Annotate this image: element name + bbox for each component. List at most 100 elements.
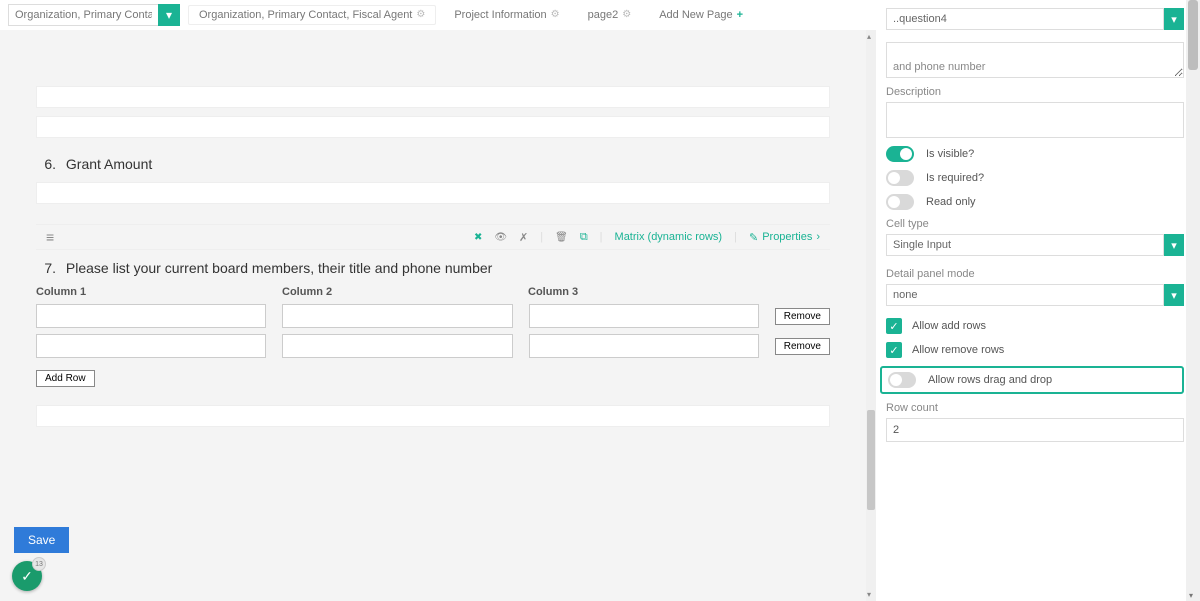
matrix-cell[interactable]: [36, 334, 266, 358]
tab-project-information[interactable]: Project Information ⚙: [444, 6, 569, 24]
cell-type-dropdown[interactable]: Single Input ▾: [886, 234, 1184, 256]
tab-label: Project Information: [454, 9, 546, 21]
allow-add-rows-checkbox[interactable]: ✓: [886, 318, 902, 334]
allow-remove-rows-checkbox[interactable]: ✓: [886, 342, 902, 358]
cell-type-label: Cell type: [886, 218, 1184, 230]
eye-icon[interactable]: 👁: [494, 232, 507, 243]
fab-check[interactable]: ✓ 13: [12, 561, 42, 591]
column-header[interactable]: Column 2: [282, 286, 512, 298]
read-only-label: Read only: [926, 196, 976, 208]
allow-drag-drop-toggle[interactable]: [888, 372, 916, 388]
gear-icon[interactable]: ⚙: [622, 9, 631, 20]
row-count-label: Row count: [886, 402, 1184, 414]
allow-remove-rows-label: Allow remove rows: [912, 344, 1004, 356]
detail-mode-dropdown[interactable]: none ▾: [886, 284, 1184, 306]
question-number: 6.: [36, 156, 56, 172]
chevron-down-icon: ▾: [1171, 239, 1177, 252]
question-selector-value: ..question4: [886, 8, 1164, 30]
question-block: [36, 86, 870, 108]
save-button[interactable]: Save: [14, 527, 69, 553]
allow-add-rows-row: ✓ Allow add rows: [886, 318, 1184, 334]
question-number: 7.: [36, 260, 56, 276]
chevron-right-icon: ›: [816, 231, 820, 243]
matrix-toolbar: ≡ ✖ 👁 ✗ | 🗑 ⧉ | Matrix (dynamic rows) | …: [36, 224, 830, 250]
matrix-cell[interactable]: [36, 304, 266, 328]
add-new-page[interactable]: Add New Page +: [649, 6, 753, 24]
trash-icon[interactable]: 🗑: [555, 232, 568, 243]
gear-icon[interactable]: ⚙: [416, 9, 425, 20]
is-required-toggle[interactable]: [886, 170, 914, 186]
tab-page2[interactable]: page2 ⚙: [578, 6, 642, 24]
properties-label: Properties: [762, 231, 812, 243]
detail-mode-label: Detail panel mode: [886, 268, 1184, 280]
question-type-label[interactable]: Matrix (dynamic rows): [615, 231, 723, 243]
properties-link[interactable]: ✎ Properties ›: [749, 231, 820, 244]
text-input[interactable]: [36, 405, 830, 427]
is-required-label: Is required?: [926, 172, 984, 184]
row-count-input[interactable]: [886, 418, 1184, 442]
matrix-cell[interactable]: [529, 304, 759, 328]
drag-handle-icon[interactable]: ≡: [46, 229, 54, 245]
remove-row-button[interactable]: Remove: [775, 338, 830, 355]
text-input[interactable]: [36, 116, 830, 138]
detail-mode-caret[interactable]: ▾: [1164, 284, 1184, 306]
matrix-cell[interactable]: [529, 334, 759, 358]
question-selector-caret[interactable]: ▾: [1164, 8, 1184, 30]
detail-mode-value: none: [886, 284, 1164, 306]
gear-icon[interactable]: ⚙: [551, 9, 560, 20]
page-scrollbar[interactable]: [1186, 0, 1200, 601]
add-row-button[interactable]: Add Row: [36, 370, 95, 387]
allow-drag-drop-label: Allow rows drag and drop: [928, 374, 1052, 386]
wand-icon: ✎: [749, 231, 758, 244]
cell-type-caret[interactable]: ▾: [1164, 234, 1184, 256]
matrix-row: Remove: [36, 334, 830, 358]
form-canvas: 6. Grant Amount ≡ ✖ 👁 ✗ | 🗑 ⧉ | Matrix (…: [0, 30, 876, 601]
page-selector-input[interactable]: [8, 4, 158, 26]
title-textarea[interactable]: and phone number: [886, 42, 1184, 78]
tab-organization[interactable]: Organization, Primary Contact, Fiscal Ag…: [188, 5, 436, 25]
question-title: 6. Grant Amount: [36, 146, 870, 178]
tab-label: page2: [588, 9, 619, 21]
cell-type-value: Single Input: [886, 234, 1164, 256]
check-icon: ✓: [889, 344, 898, 357]
matrix-row: Remove: [36, 304, 830, 328]
page-selector[interactable]: ▾: [8, 4, 180, 26]
description-label: Description: [886, 86, 1184, 98]
tab-label: Organization, Primary Contact, Fiscal Ag…: [199, 9, 412, 21]
read-only-toggle[interactable]: [886, 194, 914, 210]
strike-icon[interactable]: ✗: [519, 231, 528, 244]
description-textarea[interactable]: [886, 102, 1184, 138]
question-title: 7. Please list your current board member…: [36, 250, 870, 282]
matrix-header: Column 1 Column 2 Column 3: [36, 286, 830, 298]
is-visible-toggle-row: Is visible?: [886, 146, 1184, 162]
check-icon: ✓: [21, 568, 33, 585]
read-only-toggle-row: Read only: [886, 194, 1184, 210]
is-visible-label: Is visible?: [926, 148, 974, 160]
close-icon[interactable]: ✖: [474, 232, 482, 243]
plus-icon: +: [737, 9, 743, 21]
copy-icon[interactable]: ⧉: [580, 231, 588, 244]
column-header[interactable]: Column 3: [528, 286, 758, 298]
chevron-down-icon: ▾: [1171, 289, 1177, 302]
text-input[interactable]: [36, 86, 830, 108]
question-selector[interactable]: ..question4 ▾: [886, 8, 1184, 30]
scrollbar-thumb[interactable]: [1188, 0, 1198, 70]
add-page-label: Add New Page: [659, 9, 732, 21]
chevron-down-icon: ▾: [1171, 13, 1177, 26]
properties-panel: ..question4 ▾ and phone number Descripti…: [876, 0, 1200, 601]
canvas-scrollbar[interactable]: [866, 30, 876, 601]
allow-add-rows-label: Allow add rows: [912, 320, 986, 332]
matrix-cell[interactable]: [282, 304, 512, 328]
is-visible-toggle[interactable]: [886, 146, 914, 162]
scrollbar-thumb[interactable]: [867, 410, 875, 510]
matrix-cell[interactable]: [282, 334, 512, 358]
question-block: [36, 116, 870, 138]
fab-badge: 13: [32, 557, 46, 571]
column-header[interactable]: Column 1: [36, 286, 266, 298]
allow-drag-drop-row: Allow rows drag and drop: [880, 366, 1184, 394]
question-text: Please list your current board members, …: [66, 260, 492, 276]
is-required-toggle-row: Is required?: [886, 170, 1184, 186]
remove-row-button[interactable]: Remove: [775, 308, 830, 325]
grant-amount-input[interactable]: [36, 182, 830, 204]
page-selector-caret[interactable]: ▾: [158, 4, 180, 26]
